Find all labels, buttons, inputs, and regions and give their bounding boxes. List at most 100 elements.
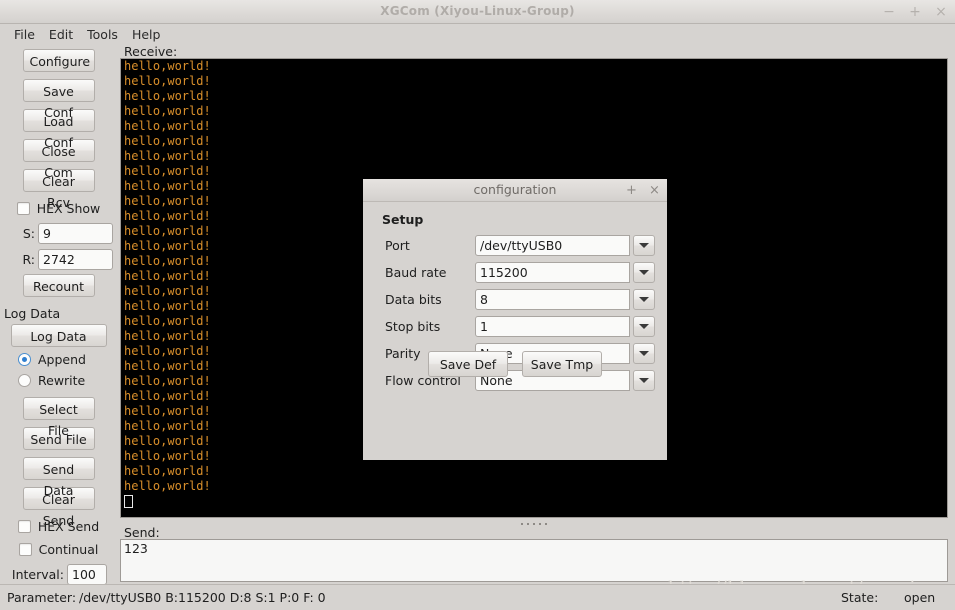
menu-help[interactable]: Help (125, 24, 168, 45)
chevron-down-icon[interactable] (633, 234, 655, 256)
setup-heading: Setup (382, 212, 424, 227)
chevron-down-icon[interactable] (633, 288, 655, 310)
continual-label: Continual (38, 542, 99, 557)
hex-send-row[interactable]: HEX Send (0, 517, 117, 536)
minimize-button[interactable]: − (883, 5, 895, 19)
send-input[interactable]: 123 (120, 539, 948, 582)
save-conf-button[interactable]: Save Conf (22, 79, 95, 120)
window-titlebar: XGCom (Xiyou-Linux-Group) − + × (0, 0, 955, 24)
stop-bits-combobox[interactable]: 1 (475, 315, 655, 337)
save-tmp-button[interactable]: Save Tmp (522, 351, 602, 377)
dialog-buttons: Save Def Save Tmp (363, 351, 667, 377)
interval-field[interactable] (67, 563, 107, 585)
hex-show-checkbox[interactable] (16, 202, 30, 215)
splitter-dot (521, 523, 523, 525)
receive-line: hello,world! (124, 119, 211, 133)
sent-count-label: S: (22, 225, 35, 241)
baud-rate-label: Baud rate (385, 264, 447, 280)
receive-label: Receive: (124, 44, 178, 59)
data-bits-value[interactable]: 8 (475, 288, 630, 310)
send-value: 123 (124, 541, 148, 556)
append-label: Append (38, 352, 86, 367)
menu-tools[interactable]: Tools (80, 24, 125, 45)
recv-count-row: R: (0, 248, 117, 270)
recv-count-label: R: (22, 251, 35, 267)
receive-line: hello,world! (124, 74, 211, 88)
save-def-button[interactable]: Save Def (428, 351, 508, 377)
splitter-dot (527, 523, 529, 525)
log-mode-rewrite-row[interactable]: Rewrite (0, 370, 117, 391)
baud-rate-row: Baud rate 115200 (363, 261, 667, 283)
chevron-down-icon[interactable] (633, 261, 655, 283)
hex-show-label: HEX Show (36, 201, 101, 216)
hex-show-row[interactable]: HEX Show (0, 199, 117, 218)
baud-rate-value[interactable]: 115200 (475, 261, 630, 283)
data-bits-row: Data bits 8 (363, 288, 667, 310)
hex-send-checkbox[interactable] (17, 520, 31, 533)
log-data-button[interactable]: Log Data (10, 324, 107, 347)
data-bits-combobox[interactable]: 8 (475, 288, 655, 310)
stop-bits-value[interactable]: 1 (475, 315, 630, 337)
menu-edit[interactable]: Edit (42, 24, 80, 45)
dialog-titlebar: configuration + × (363, 179, 667, 202)
splitter-dot (545, 523, 547, 525)
dialog-window-controls: + × (626, 179, 660, 201)
parameter-value: /dev/ttyUSB0 B:115200 D:8 S:1 P:0 F: 0 (79, 590, 326, 605)
receive-line: hello,world! (124, 464, 211, 478)
splitter-dot (533, 523, 535, 525)
continual-checkbox[interactable] (18, 543, 32, 556)
recv-count-field[interactable] (38, 248, 113, 270)
dialog-close-button[interactable]: × (649, 184, 660, 197)
rewrite-label: Rewrite (38, 373, 86, 388)
parameter-label: Parameter: (7, 590, 77, 605)
port-label: Port (385, 237, 410, 253)
receive-line: hello,world! (124, 134, 211, 148)
baud-rate-combobox[interactable]: 115200 (475, 261, 655, 283)
close-button[interactable]: × (935, 5, 947, 19)
append-radio[interactable] (18, 353, 31, 366)
chevron-down-icon[interactable] (633, 315, 655, 337)
menubar: File Edit Tools Help (0, 24, 955, 45)
receive-line: hello,world! (124, 89, 211, 103)
left-sidebar: Configure Save Conf Load Conf Close Com … (0, 45, 117, 589)
stop-bits-label: Stop bits (385, 318, 441, 334)
sent-count-field[interactable] (38, 222, 113, 244)
receive-line: hello,world! (124, 104, 211, 118)
close-com-button[interactable]: Close Com (22, 139, 95, 180)
port-combobox[interactable]: /dev/ttyUSB0 (475, 234, 655, 256)
dialog-maximize-button[interactable]: + (626, 184, 637, 197)
log-data-group-label: Log Data (4, 306, 61, 321)
recount-button[interactable]: Recount (22, 274, 95, 297)
application-window: XGCom (Xiyou-Linux-Group) − + × File Edi… (0, 0, 955, 610)
send-label: Send: (124, 525, 160, 540)
window-controls: − + × (883, 0, 947, 23)
terminal-cursor (124, 495, 133, 508)
state-value: open (904, 590, 936, 605)
receive-line: hello,world! (124, 59, 211, 73)
window-title: XGCom (Xiyou-Linux-Group) (380, 4, 575, 18)
statusbar: Parameter: /dev/ttyUSB0 B:115200 D:8 S:1… (0, 584, 955, 610)
port-value[interactable]: /dev/ttyUSB0 (475, 234, 630, 256)
menu-file[interactable]: File (7, 24, 42, 45)
pane-splitter[interactable] (120, 519, 948, 529)
clear-rcv-button[interactable]: Clear Rcv (22, 169, 95, 210)
configure-button[interactable]: Configure (22, 49, 95, 72)
log-mode-append-row[interactable]: Append (0, 349, 117, 370)
receive-line: hello,world! (124, 149, 211, 163)
send-file-button[interactable]: Send File (22, 427, 95, 450)
rewrite-radio[interactable] (18, 374, 31, 387)
send-data-button[interactable]: Send Data (22, 457, 95, 498)
receive-line: hello,world! (124, 479, 211, 493)
port-row: Port /dev/ttyUSB0 (363, 234, 667, 256)
data-bits-label: Data bits (385, 291, 442, 307)
sent-count-row: S: (0, 222, 117, 244)
splitter-dot (539, 523, 541, 525)
maximize-button[interactable]: + (909, 5, 921, 19)
configuration-dialog: configuration + × Setup Port /dev/ttyUSB… (360, 176, 670, 463)
load-conf-button[interactable]: Load Conf (22, 109, 95, 150)
dialog-title: configuration (473, 182, 557, 197)
continual-row[interactable]: Continual (0, 540, 117, 559)
stop-bits-row: Stop bits 1 (363, 315, 667, 337)
clear-send-button[interactable]: Clear Send (22, 487, 95, 528)
select-file-button[interactable]: Select File (22, 397, 95, 438)
